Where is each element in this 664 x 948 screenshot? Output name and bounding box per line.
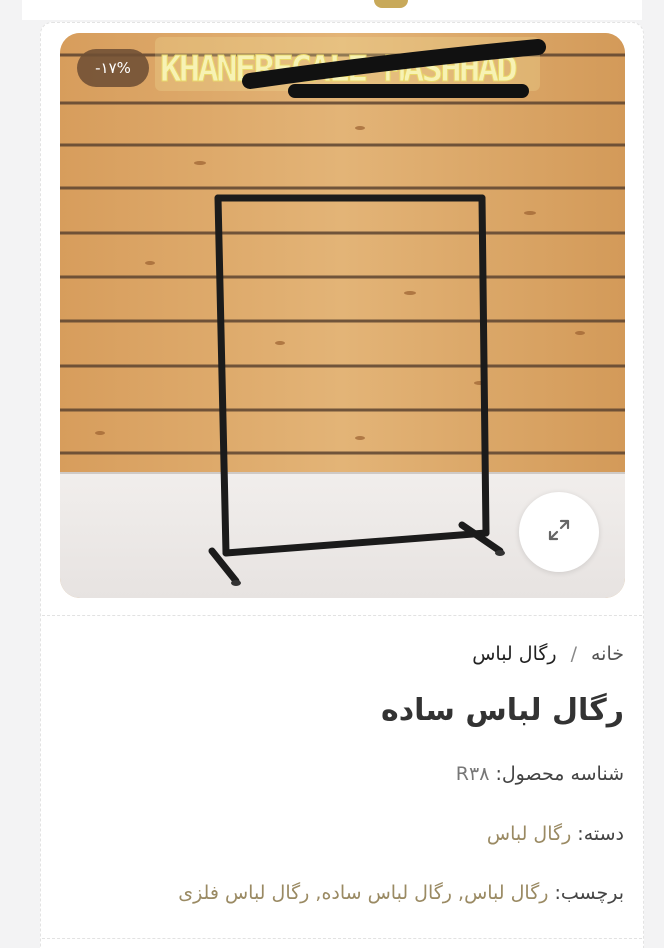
site-header — [22, 0, 642, 20]
expand-icon — [546, 517, 572, 547]
sku-row: شناسه محصول: R۳۸ — [456, 759, 624, 789]
category-link[interactable]: رگال لباس — [487, 823, 571, 845]
product-title: رگال لباس ساده — [381, 693, 624, 728]
breadcrumb-separator: / — [570, 643, 577, 665]
neon-sign: KHANEREGALE MASHHAD — [155, 37, 546, 98]
sale-badge: -۱۷% — [77, 49, 149, 87]
sku-value: R۳۸ — [455, 763, 490, 785]
product-page: KHANEREGALE MASHHAD -۱۷% خانه/رگال لباس … — [0, 0, 664, 948]
zoom-button[interactable] — [519, 492, 599, 572]
category-label: دسته: — [577, 823, 624, 845]
tags-row: برچسب: رگال لباس, رگال لباس ساده, رگال ل… — [178, 878, 624, 908]
tag-separator: , — [451, 882, 465, 904]
breadcrumb-category-link[interactable]: رگال لباس — [472, 643, 556, 665]
sku-label: شناسه محصول: — [495, 763, 624, 785]
section-divider — [42, 615, 642, 616]
tag-link[interactable]: رگال لباس فلزی — [178, 882, 309, 904]
tag-link[interactable]: رگال لباس ساده — [321, 882, 452, 904]
breadcrumb-home-link[interactable]: خانه — [591, 643, 624, 665]
tag-separator: , — [309, 882, 322, 904]
tag-link[interactable]: رگال لباس — [464, 882, 548, 904]
category-row: دسته: رگال لباس — [487, 819, 624, 849]
breadcrumb: خانه / رگال لباس — [472, 639, 624, 669]
tags-label: برچسب: — [554, 882, 624, 904]
site-logo[interactable] — [374, 0, 408, 8]
bottom-divider — [42, 938, 642, 939]
